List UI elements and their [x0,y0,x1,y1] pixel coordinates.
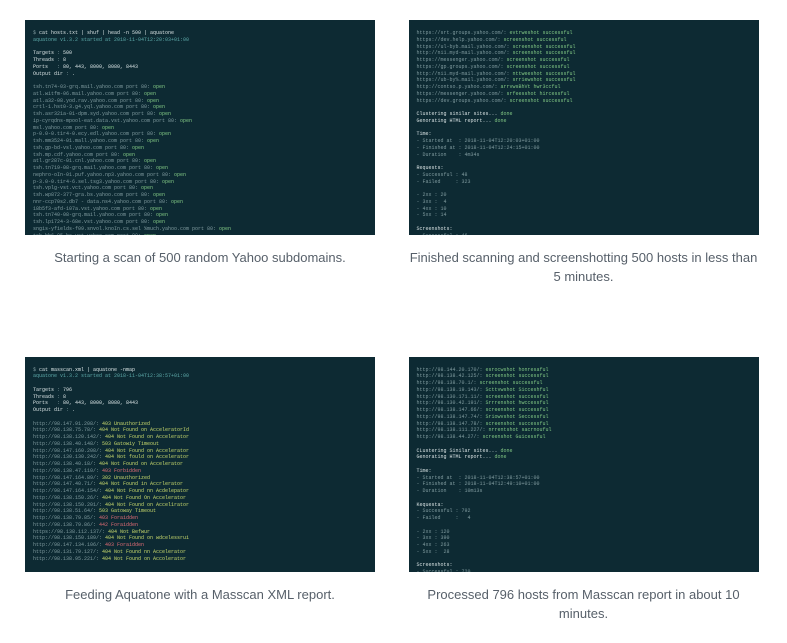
caption: Starting a scan of 500 random Yahoo subd… [25,249,375,268]
terminal-screenshot: $ cat masscan.xml | aquatone -nmap aquat… [25,357,375,572]
caption: Processed 796 hosts from Masscan report … [409,586,759,624]
screenshot-gallery: $ cat hosts.txt | shuf | head -n 500 | a… [25,20,762,623]
terminal-screenshot: http://98.144.20.170/: esrocwshot honres… [409,357,759,572]
gallery-item: $ cat hosts.txt | shuf | head -n 500 | a… [25,20,379,287]
gallery-item: https://srt.groups.yahoo.com/: evtrwesho… [409,20,763,287]
gallery-item: http://98.144.20.170/: esrocwshot honres… [409,357,763,624]
caption: Feeding Aquatone with a Masscan XML repo… [25,586,375,605]
caption: Finished scanning and screenshotting 500… [409,249,759,287]
terminal-screenshot: $ cat hosts.txt | shuf | head -n 500 | a… [25,20,375,235]
gallery-item: $ cat masscan.xml | aquatone -nmap aquat… [25,357,379,624]
terminal-screenshot: https://srt.groups.yahoo.com/: evtrwesho… [409,20,759,235]
